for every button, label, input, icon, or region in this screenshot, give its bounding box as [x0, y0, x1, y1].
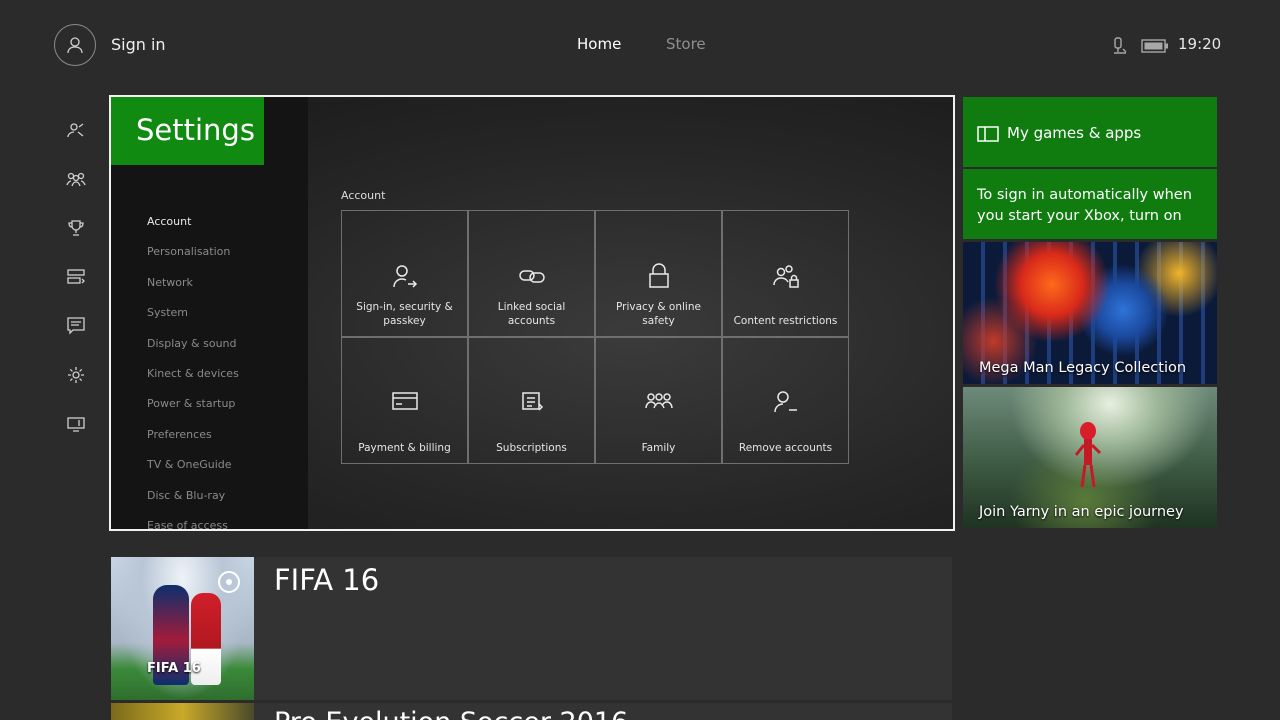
recent-game-fifa16[interactable]: FIFA 16 FIFA 16: [111, 557, 952, 700]
tile-label: Sign-in, security & passkey: [356, 301, 453, 327]
menu-item-disc-bluray[interactable]: Disc & Blu-ray: [147, 489, 225, 502]
subscriptions-icon: [469, 390, 594, 414]
tile-subscriptions[interactable]: Subscriptions: [468, 337, 595, 464]
menu-item-display-sound[interactable]: Display & sound: [147, 337, 237, 350]
lock-icon: [596, 263, 721, 289]
mega-man-tile[interactable]: Mega Man Legacy Collection: [963, 242, 1217, 384]
person-icon: [67, 37, 83, 54]
content-restrictions-icon: [723, 263, 848, 289]
tile-family[interactable]: Family: [595, 337, 722, 464]
profile-avatar[interactable]: [54, 24, 96, 66]
messages-icon[interactable]: [66, 316, 86, 336]
tile-label: Linked social accounts: [497, 301, 566, 327]
menu-item-kinect-devices[interactable]: Kinect & devices: [147, 367, 239, 380]
fifa16-logo: FIFA 16: [147, 661, 201, 676]
settings-title: Settings: [136, 113, 255, 147]
game-title: Pro Evolution Soccer 2016: [274, 707, 628, 720]
snap-icon[interactable]: [66, 414, 86, 434]
party-icon[interactable]: [66, 169, 86, 189]
linked-accounts-icon: [469, 263, 594, 289]
games-library-icon: [977, 126, 999, 146]
pes2016-boxart: [111, 703, 254, 720]
menu-item-tv-oneguide[interactable]: TV & OneGuide: [147, 458, 232, 471]
game-title: FIFA 16: [274, 563, 380, 597]
disc-icon: [218, 571, 240, 593]
menu-item-preferences[interactable]: Preferences: [147, 428, 212, 441]
my-games-apps-label: My games & apps: [1007, 124, 1142, 142]
nav-home-tab[interactable]: Home: [577, 35, 621, 53]
settings-title-block: Settings: [111, 97, 264, 165]
tile-label: Content restrictions: [733, 315, 838, 327]
fifa16-boxart: FIFA 16: [111, 557, 254, 700]
my-games-apps-tile[interactable]: My games & apps: [963, 97, 1217, 167]
menu-item-network[interactable]: Network: [147, 276, 193, 289]
mega-man-caption: Mega Man Legacy Collection: [979, 360, 1187, 376]
recent-game-pes2016[interactable]: Pro Evolution Soccer 2016: [111, 703, 952, 720]
tile-linked-social-accounts[interactable]: Linked social accounts: [468, 210, 595, 337]
headset-icon: [1112, 37, 1128, 59]
store-icon[interactable]: [66, 267, 86, 287]
menu-item-power-startup[interactable]: Power & startup: [147, 397, 235, 410]
tile-payment-billing[interactable]: Payment & billing: [341, 337, 468, 464]
settings-panel[interactable]: Settings Account Personalisation Network…: [109, 95, 955, 531]
sign-in-icon: [342, 263, 467, 289]
nav-store-tab[interactable]: Store: [666, 35, 706, 53]
settings-icon[interactable]: [66, 365, 86, 385]
tile-remove-accounts[interactable]: Remove accounts: [722, 337, 849, 464]
tile-label: Family: [641, 442, 676, 454]
section-heading: Account: [341, 189, 386, 202]
payment-icon: [342, 390, 467, 412]
yarny-figure: [1075, 422, 1101, 488]
menu-item-personalisation[interactable]: Personalisation: [147, 245, 230, 258]
tile-privacy-online-safety[interactable]: Privacy & online safety: [595, 210, 722, 337]
sign-in-link[interactable]: Sign in: [111, 35, 166, 54]
unravel-yarny-tile[interactable]: Join Yarny in an epic journey: [963, 387, 1217, 528]
tile-label: Payment & billing: [358, 442, 451, 454]
settings-sidebar: Settings Account Personalisation Network…: [111, 97, 308, 529]
tile-label: Subscriptions: [496, 442, 567, 454]
yarny-caption: Join Yarny in an epic journey: [979, 504, 1184, 520]
menu-item-account[interactable]: Account: [147, 215, 191, 228]
auto-sign-in-tile[interactable]: To sign in automatically when you start …: [963, 169, 1217, 239]
battery-icon: [1141, 38, 1169, 57]
clock: 19:20: [1178, 35, 1222, 53]
tile-content-restrictions[interactable]: Content restrictions: [722, 210, 849, 337]
menu-item-ease-of-access[interactable]: Ease of access: [147, 519, 228, 529]
tile-label: Remove accounts: [738, 442, 833, 454]
menu-item-system[interactable]: System: [147, 306, 188, 319]
tile-sign-in-security[interactable]: Sign-in, security & passkey: [341, 210, 468, 337]
tile-label: Privacy & online safety: [616, 301, 701, 327]
family-icon: [596, 390, 721, 412]
auto-sign-in-text: To sign in automatically when you start …: [977, 187, 1192, 224]
remove-account-icon: [723, 390, 848, 414]
friends-icon[interactable]: [66, 120, 86, 140]
account-options-grid: Sign-in, security & passkey Linked socia…: [341, 210, 851, 466]
achievements-icon[interactable]: [66, 218, 86, 238]
